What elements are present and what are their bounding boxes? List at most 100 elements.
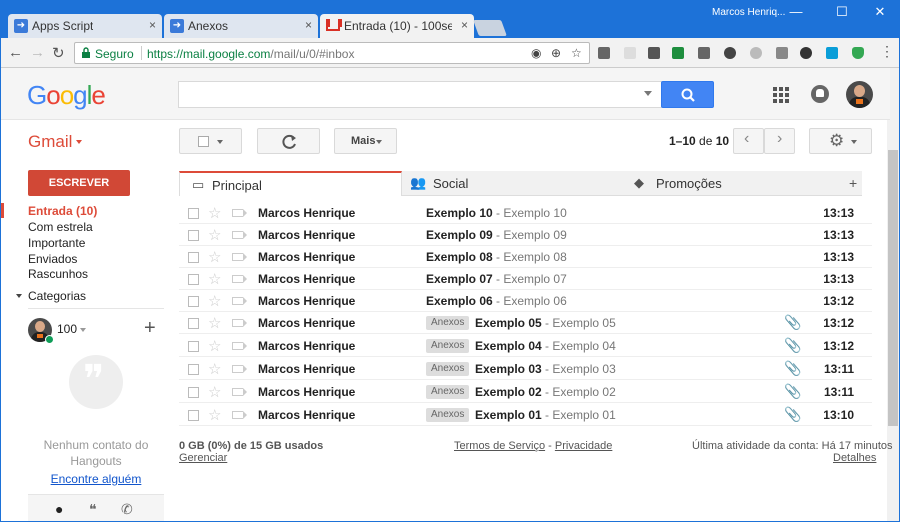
hangouts-chat-icon[interactable]: ❝ <box>89 501 97 518</box>
email-label-chip[interactable]: Anexos <box>426 408 470 422</box>
reload-icon[interactable]: ↻ <box>52 44 65 62</box>
extension-icon[interactable] <box>724 47 736 59</box>
row-checkbox[interactable] <box>188 364 199 375</box>
email-row[interactable]: ☆ Marcos Henrique Anexos Exemplo 01 - Exemp… <box>179 404 872 426</box>
details-link[interactable]: Detalhes <box>833 452 876 464</box>
nav-item-important[interactable]: Importante <box>28 236 85 250</box>
gmail-menu-label[interactable]: Gmail <box>28 132 72 152</box>
forward-arrow-icon[interactable]: → <box>30 44 45 61</box>
gmail-menu-caret-icon[interactable] <box>76 140 82 144</box>
email-label-chip[interactable]: Anexos <box>426 362 470 376</box>
email-row[interactable]: ☆ Marcos Henrique Exemplo 10 - Exemplo 10 1… <box>179 202 872 224</box>
star-icon[interactable]: ☆ <box>208 406 221 424</box>
notifications-bell-icon[interactable] <box>811 85 829 103</box>
pdf-extension-icon[interactable] <box>776 47 788 59</box>
close-tab-icon[interactable]: × <box>461 18 468 32</box>
account-avatar[interactable] <box>846 81 873 108</box>
search-input[interactable] <box>178 81 662 108</box>
row-checkbox[interactable] <box>188 296 199 307</box>
important-marker-icon[interactable] <box>232 365 247 373</box>
close-tab-icon[interactable]: × <box>149 18 156 32</box>
google-logo[interactable]: Google <box>27 80 106 111</box>
url-text[interactable]: https://mail.google.com/mail/u/0/#inbox <box>147 47 354 61</box>
star-icon[interactable]: ☆ <box>208 270 221 288</box>
chevron-down-icon[interactable] <box>16 294 22 298</box>
nav-item-sent[interactable]: Enviados <box>28 252 77 266</box>
star-icon[interactable]: ☆ <box>208 226 221 244</box>
star-icon[interactable]: ☆ <box>208 292 221 310</box>
important-marker-icon[interactable] <box>232 275 247 283</box>
person-icon[interactable]: ● <box>55 501 63 517</box>
important-marker-icon[interactable] <box>232 319 247 327</box>
phone-icon[interactable]: ✆ <box>121 501 133 518</box>
refresh-button[interactable] <box>257 128 320 154</box>
screenshot-extension-icon[interactable] <box>698 47 710 59</box>
extension-icon[interactable] <box>750 47 762 59</box>
eye-icon[interactable]: ◉ <box>531 46 541 60</box>
email-row[interactable]: ☆ Marcos Henrique Exemplo 07 - Exemplo 07 1… <box>179 268 872 290</box>
browser-profile-name[interactable]: Marcos Henriq... <box>712 7 785 18</box>
star-icon[interactable]: ☆ <box>208 314 221 332</box>
apps-grid-icon[interactable] <box>773 87 789 103</box>
settings-button[interactable]: ⚙ <box>809 128 872 154</box>
scrollbar-thumb[interactable] <box>888 150 898 426</box>
extension-icon[interactable] <box>624 47 636 59</box>
bookmark-star-icon[interactable]: ☆ <box>571 46 582 60</box>
address-bar[interactable]: Seguro https://mail.google.com/mail/u/0/… <box>74 42 590 64</box>
important-marker-icon[interactable] <box>232 388 247 396</box>
browser-tab-anexos[interactable]: ➜ Anexos × <box>164 14 318 38</box>
older-page-button[interactable]: › <box>764 128 795 154</box>
search-options-caret-icon[interactable] <box>644 91 652 96</box>
star-icon[interactable]: ☆ <box>208 248 221 266</box>
row-checkbox[interactable] <box>188 252 199 263</box>
row-checkbox[interactable] <box>188 387 199 398</box>
manage-storage-link[interactable]: Gerenciar <box>179 452 227 464</box>
find-someone-link[interactable]: Encontre alguém <box>28 472 164 486</box>
nav-item-starred[interactable]: Com estrela <box>28 220 93 234</box>
close-tab-icon[interactable]: × <box>305 18 312 32</box>
row-checkbox[interactable] <box>188 230 199 241</box>
code-extension-icon[interactable] <box>598 47 610 59</box>
email-row[interactable]: ☆ Marcos Henrique Exemplo 06 - Exemplo 06 1… <box>179 290 872 312</box>
email-row[interactable]: ☆ Marcos Henrique Anexos Exemplo 05 - Exemp… <box>179 312 872 334</box>
select-all-checkbox[interactable] <box>198 136 209 147</box>
star-icon[interactable]: ☆ <box>208 337 221 355</box>
new-tab-button[interactable] <box>473 20 507 36</box>
email-label-chip[interactable]: Anexos <box>426 339 470 353</box>
newer-page-button[interactable]: ‹ <box>733 128 764 154</box>
select-all-dropdown[interactable] <box>179 128 242 154</box>
important-marker-icon[interactable] <box>232 297 247 305</box>
sheets-extension-icon[interactable] <box>672 47 684 59</box>
compose-button[interactable]: ESCREVER <box>28 170 130 196</box>
email-label-chip[interactable]: Anexos <box>426 316 470 330</box>
terms-link[interactable]: Termos de Serviço <box>454 440 545 452</box>
important-marker-icon[interactable] <box>232 253 247 261</box>
browser-tab-gmail[interactable]: Entrada (10) - 100security × <box>320 14 474 38</box>
extension-icon[interactable] <box>826 47 838 59</box>
important-marker-icon[interactable] <box>232 411 247 419</box>
important-marker-icon[interactable] <box>232 209 247 217</box>
email-row[interactable]: ☆ Marcos Henrique Anexos Exemplo 02 - Exemp… <box>179 381 872 403</box>
maximize-icon[interactable]: ☐ <box>832 4 852 20</box>
nav-item-drafts[interactable]: Rascunhos <box>28 267 88 281</box>
important-marker-icon[interactable] <box>232 342 247 350</box>
star-icon[interactable]: ☆ <box>208 383 221 401</box>
email-row[interactable]: ☆ Marcos Henrique Anexos Exemplo 03 - Exemp… <box>179 358 872 380</box>
email-row[interactable]: ☆ Marcos Henrique Exemplo 08 - Exemplo 08 1… <box>179 246 872 268</box>
new-conversation-plus-icon[interactable]: + <box>144 317 156 340</box>
star-icon[interactable]: ☆ <box>208 204 221 222</box>
more-button[interactable]: Mais <box>334 128 397 154</box>
browser-tab-apps-script[interactable]: ➜ Apps Script × <box>8 14 162 38</box>
window-close-icon[interactable]: ✕ <box>870 4 890 20</box>
row-checkbox[interactable] <box>188 318 199 329</box>
nav-item-categories[interactable]: Categorias <box>28 289 86 303</box>
add-tab-plus-icon[interactable]: + <box>849 175 857 191</box>
nav-item-inbox[interactable]: Entrada (10) <box>28 204 97 218</box>
important-marker-icon[interactable] <box>232 231 247 239</box>
star-icon[interactable]: ☆ <box>208 360 221 378</box>
search-button[interactable] <box>661 81 714 108</box>
extension-icon[interactable] <box>648 47 660 59</box>
back-arrow-icon[interactable]: ← <box>8 44 23 61</box>
chrome-menu-icon[interactable]: ⋮ <box>880 43 894 60</box>
row-checkbox[interactable] <box>188 274 199 285</box>
